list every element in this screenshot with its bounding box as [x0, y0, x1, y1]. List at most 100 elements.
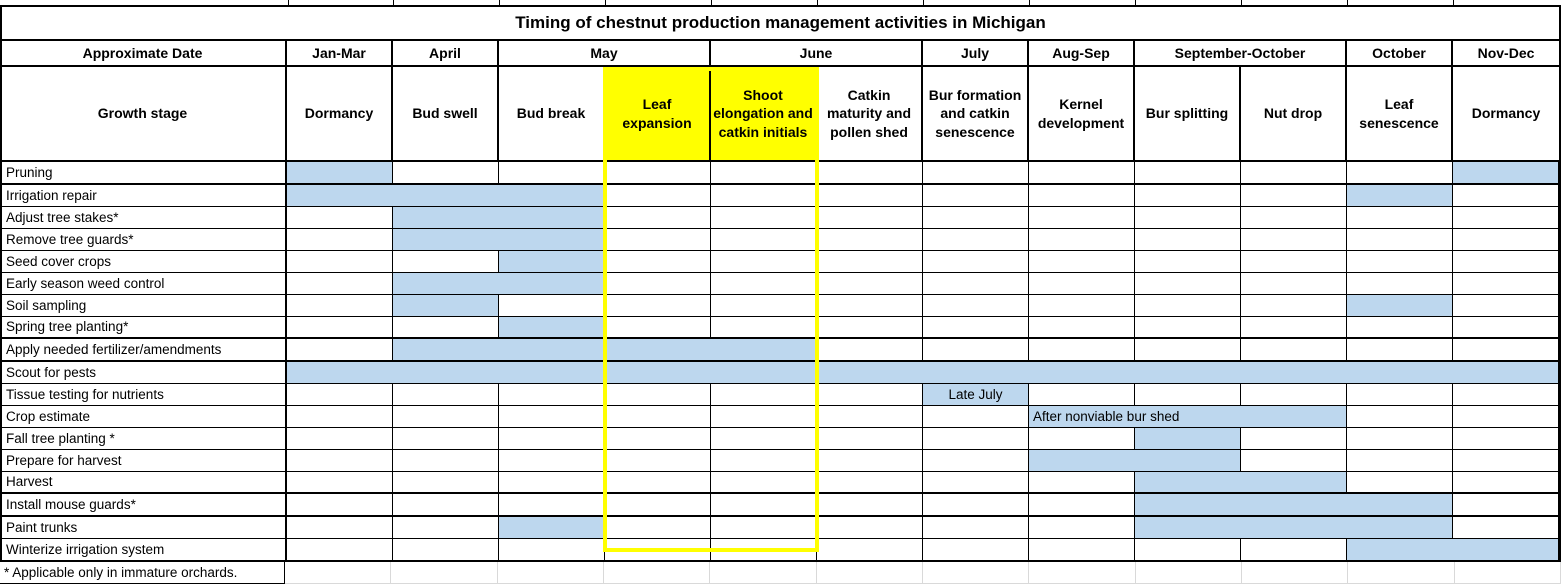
grid-cell	[817, 273, 923, 294]
activity-label: Pruning	[2, 162, 287, 183]
activity-label: Prepare for harvest	[2, 450, 287, 471]
grid-cell	[499, 384, 605, 405]
grid-cell	[923, 494, 1029, 515]
grid-cell	[1029, 273, 1135, 294]
activity-row: Tissue testing for nutrientsLate July	[2, 384, 1559, 406]
activity-row: Seed cover crops	[2, 251, 1559, 273]
footnote-grid-cell	[1455, 562, 1561, 584]
grid-cell	[1135, 295, 1241, 316]
grid-cell	[605, 539, 711, 560]
grid-cell	[923, 295, 1029, 316]
activity-row: Fall tree planting *	[2, 428, 1559, 450]
date-axis-label: Approximate Date	[2, 41, 287, 65]
grid-cell	[817, 339, 923, 360]
stage-header: Nut drop	[1241, 67, 1347, 160]
grid-cell	[1241, 295, 1347, 316]
grid-cell	[711, 207, 817, 228]
stage-header: Dormancy	[287, 67, 393, 160]
grid-cell	[287, 517, 393, 538]
grid-cell	[1453, 406, 1559, 427]
grid-cell	[1029, 185, 1135, 206]
footnote-grid-cell	[604, 562, 710, 584]
grid-cell	[923, 428, 1029, 449]
grid-cell	[499, 539, 605, 560]
activity-row: Remove tree guards*	[2, 229, 1559, 251]
activity-row: Early season weed control	[2, 273, 1559, 295]
grid-cell	[1347, 339, 1453, 360]
activity-row: Prepare for harvest	[2, 450, 1559, 472]
grid-cell	[1135, 273, 1241, 294]
activity-label: Harvest	[2, 472, 287, 493]
grid-cell	[711, 162, 817, 183]
grid-cell	[287, 494, 393, 515]
activity-bar	[1453, 162, 1559, 183]
period-header: Aug-Sep	[1029, 41, 1135, 65]
grid-cell	[287, 539, 393, 560]
grid-cell	[1241, 339, 1347, 360]
grid-cell	[817, 295, 923, 316]
activity-label: Spring tree planting*	[2, 317, 287, 338]
spreadsheet-sheet: Timing of chestnut production management…	[0, 0, 1564, 586]
grid-cell	[605, 317, 711, 338]
grid-cell	[605, 428, 711, 449]
grid-cell	[923, 207, 1029, 228]
grid-cell	[1029, 295, 1135, 316]
activity-label: Irrigation repair	[2, 185, 287, 206]
activity-rows: PruningIrrigation repairAdjust tree stak…	[2, 162, 1559, 560]
grid-cell	[287, 339, 393, 360]
grid-cell	[287, 428, 393, 449]
grid-cell	[1453, 339, 1559, 360]
date-header-row: Approximate DateJan-MarAprilMayJuneJulyA…	[2, 41, 1559, 67]
grid-cell	[923, 406, 1029, 427]
grid-cell	[817, 162, 923, 183]
grid-cell	[817, 472, 923, 493]
activity-row: Irrigation repair	[2, 185, 1559, 207]
grid-cell	[1347, 384, 1453, 405]
grid-cell	[393, 472, 499, 493]
stage-header: Dormancy	[1453, 67, 1559, 160]
grid-cell	[1453, 273, 1559, 294]
grid-cell	[393, 428, 499, 449]
footnote-grid-cell	[1242, 562, 1348, 584]
grid-cell	[605, 450, 711, 471]
activity-bar	[1135, 428, 1241, 449]
grid-cell	[1029, 162, 1135, 183]
grid-cell	[711, 539, 817, 560]
grid-cell	[1241, 229, 1347, 250]
grid-cell	[923, 229, 1029, 250]
activity-bar	[287, 362, 1559, 383]
grid-cell	[1029, 384, 1135, 405]
grid-cell	[393, 539, 499, 560]
grid-cell	[1347, 317, 1453, 338]
grid-cell	[1029, 339, 1135, 360]
activity-row: Adjust tree stakes*	[2, 207, 1559, 229]
activity-label: Apply needed fertilizer/amendments	[2, 339, 287, 360]
grid-cell	[393, 517, 499, 538]
grid-cell	[923, 450, 1029, 471]
activity-bar: After nonviable bur shed	[1029, 406, 1347, 427]
grid-cell	[711, 406, 817, 427]
grid-cell	[1241, 251, 1347, 272]
period-header: Nov-Dec	[1453, 41, 1559, 65]
grid-cell	[711, 317, 817, 338]
stage-header: Leaf expansion	[605, 67, 711, 160]
stage-header: Bud break	[499, 67, 605, 160]
grid-cell	[393, 162, 499, 183]
timing-table: Timing of chestnut production management…	[0, 5, 1561, 562]
grid-cell	[711, 273, 817, 294]
stage-header: Leaf senescence	[1347, 67, 1453, 160]
footnote-grid-cell	[1136, 562, 1242, 584]
grid-cell	[393, 384, 499, 405]
grid-cell	[711, 472, 817, 493]
period-header: April	[393, 41, 499, 65]
grid-cell	[287, 317, 393, 338]
grid-cell	[923, 317, 1029, 338]
grid-cell	[287, 295, 393, 316]
grid-cell	[605, 162, 711, 183]
grid-cell	[287, 450, 393, 471]
grid-cell	[1029, 539, 1135, 560]
grid-cell	[1453, 207, 1559, 228]
grid-cell	[817, 251, 923, 272]
grid-cell	[1347, 207, 1453, 228]
grid-cell	[1347, 229, 1453, 250]
